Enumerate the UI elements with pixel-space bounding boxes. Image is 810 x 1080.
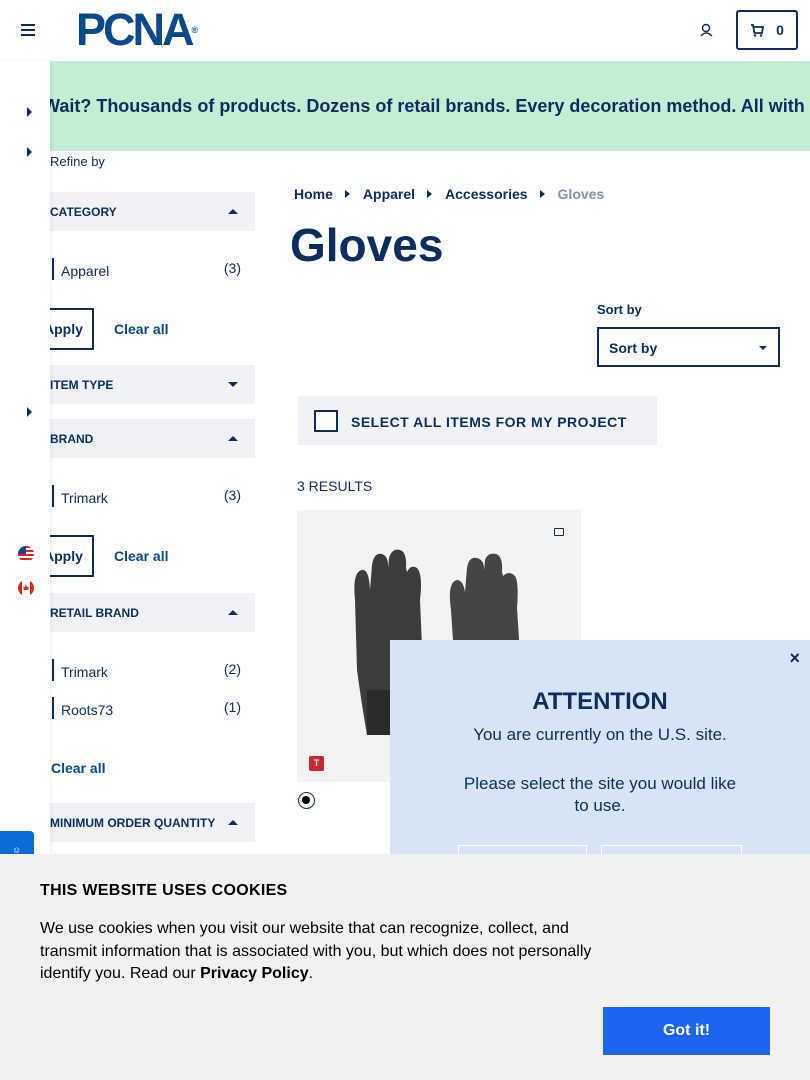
facet-option-label: Trimark — [61, 664, 108, 680]
cart-icon — [751, 23, 765, 37]
page-title: Gloves — [290, 219, 444, 271]
breadcrumb-separator-icon — [539, 190, 545, 198]
clear-all-link[interactable]: Clear all — [114, 548, 168, 564]
rail-expand-icon[interactable] — [27, 107, 32, 117]
promo-text: Why Wait? Thousands of products. Dozens … — [0, 95, 810, 116]
facet-item-type-header[interactable]: Item Type — [40, 365, 255, 404]
clear-all-link[interactable]: Clear all — [51, 760, 105, 776]
left-rail — [0, 61, 50, 861]
facet-title: Retail Brand — [50, 605, 139, 620]
expand-icon — [228, 382, 238, 387]
facet-option[interactable]: Trimark (3) — [40, 483, 250, 507]
close-icon[interactable]: × — [789, 648, 800, 669]
accept-cookies-button[interactable]: Got it! — [603, 1007, 770, 1055]
brand-badge-icon: T — [309, 756, 324, 771]
user-account-icon[interactable] — [700, 23, 714, 37]
sort-dropdown[interactable]: Sort by — [597, 327, 780, 367]
collapse-icon — [228, 209, 238, 214]
cookie-title: THIS WEBSITE USES COOKIES — [40, 882, 288, 899]
facet-option[interactable]: Apparel (3) — [40, 256, 250, 280]
facet-option[interactable]: Trimark (2) — [40, 657, 250, 681]
modal-title: ATTENTION — [532, 688, 668, 715]
chevron-down-icon — [759, 346, 767, 350]
sort-label: Sort by — [597, 302, 642, 317]
breadcrumb: Home Apparel Accessories Gloves — [294, 186, 604, 202]
facet-option-count: (2) — [223, 661, 241, 677]
menu-icon[interactable] — [21, 23, 35, 37]
facet-option-label: Apparel — [61, 263, 110, 279]
logo-trademark: ® — [191, 25, 199, 35]
facet-category-header[interactable]: Category — [40, 192, 255, 231]
facet-option-label: Trimark — [61, 490, 108, 506]
facet-retail-brand-header[interactable]: Retail Brand — [40, 593, 255, 632]
facet-title: Category — [50, 204, 117, 219]
cookie-body: We use cookies when you visit our websit… — [40, 920, 592, 982]
facet-title: Item Type — [50, 377, 114, 392]
rail-expand-icon[interactable] — [27, 147, 32, 157]
collapse-icon — [228, 820, 238, 825]
modal-message: You are currently on the U.S. site. — [473, 725, 727, 744]
us-flag-icon[interactable] — [18, 546, 34, 562]
cookie-banner: THIS WEBSITE USES COOKIES We use cookies… — [0, 854, 810, 1080]
facet-option[interactable]: Roots73 (1) — [40, 695, 250, 719]
facet-title: Brand — [50, 431, 94, 446]
collapse-icon — [228, 436, 238, 441]
color-swatch[interactable] — [298, 792, 315, 809]
cookie-text: We use cookies when you visit our websit… — [40, 918, 610, 986]
site-selection-modal: × ATTENTION You are currently on the U.S… — [390, 640, 810, 865]
select-all-label: SELECT ALL ITEMS FOR MY PROJECT — [351, 414, 627, 430]
facet-title: Minimum Order Quantity — [50, 815, 216, 830]
breadcrumb-current: Gloves — [557, 186, 605, 202]
facet-brand-header[interactable]: Brand — [40, 419, 255, 458]
results-count: 3 RESULTS — [297, 478, 373, 494]
cart-count: 0 — [776, 22, 784, 38]
breadcrumb-apparel[interactable]: Apparel — [363, 186, 415, 202]
promo-banner: Why Wait? Thousands of products. Dozens … — [0, 61, 810, 151]
facet-moq-header[interactable]: Minimum Order Quantity — [40, 803, 255, 842]
canada-flag-icon[interactable] — [18, 580, 34, 596]
breadcrumb-separator-icon — [344, 190, 350, 198]
folder-icon[interactable] — [554, 528, 564, 536]
clear-all-link[interactable]: Clear all — [114, 321, 168, 337]
cart-button[interactable]: 0 — [736, 10, 798, 50]
facet-option-count: (3) — [223, 260, 241, 276]
refine-label: Refine by — [50, 154, 105, 169]
breadcrumb-separator-icon — [427, 190, 433, 198]
pcna-logo[interactable]: PCNA® — [76, 7, 199, 52]
site-header: PCNA® 0 — [0, 0, 810, 61]
select-all-checkbox[interactable] — [314, 410, 338, 432]
breadcrumb-accessories[interactable]: Accessories — [445, 186, 528, 202]
facet-option-label: Roots73 — [61, 702, 114, 718]
facet-option-count: (1) — [223, 699, 241, 715]
facet-option-count: (3) — [223, 487, 241, 503]
modal-prompt: Please select the site you would like to… — [463, 774, 737, 815]
rail-expand-icon[interactable] — [27, 407, 32, 417]
logo-text: PCNA — [76, 4, 195, 55]
breadcrumb-home[interactable]: Home — [294, 186, 333, 202]
sort-selected-value: Sort by — [609, 340, 658, 356]
cookie-period: . — [308, 965, 314, 982]
collapse-icon — [228, 610, 238, 615]
privacy-policy-link[interactable]: Privacy Policy — [200, 965, 309, 982]
select-all-items[interactable]: SELECT ALL ITEMS FOR MY PROJECT — [298, 396, 657, 445]
